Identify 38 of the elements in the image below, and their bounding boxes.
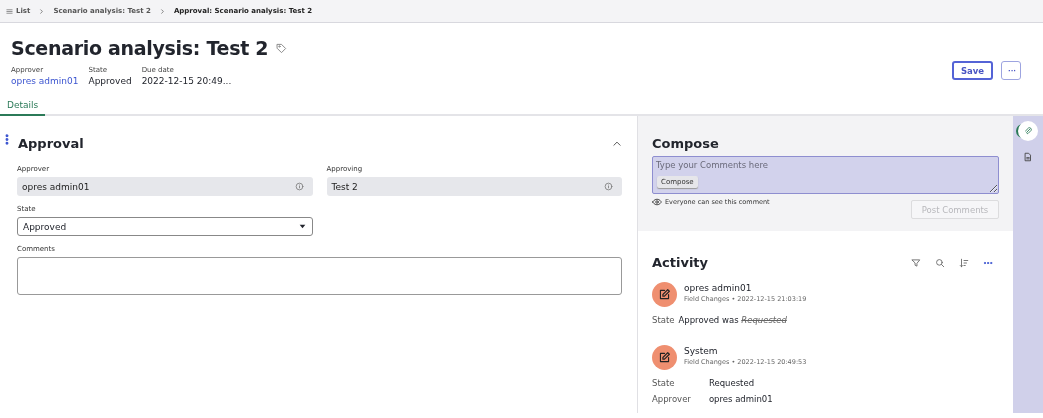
readonly-field: Test 2: [326, 177, 622, 196]
change-value: opres admin01: [708, 394, 774, 404]
list-icon: [6, 7, 13, 15]
change-value: Requested: [708, 378, 756, 388]
field-value: Approved: [88, 76, 132, 86]
author-name: System: [684, 346, 719, 356]
info-icon: [604, 182, 613, 191]
section-title: Approval: [18, 136, 85, 151]
save-button[interactable]: Save: [952, 61, 993, 80]
paperclip-icon: [1023, 126, 1033, 136]
search-icon[interactable]: [935, 257, 945, 268]
change-field: State: [652, 315, 675, 325]
change-field: Approver: [652, 394, 691, 404]
drag-handle-icon[interactable]: [5, 134, 9, 145]
edit-avatar-icon: [652, 345, 677, 370]
filter-icon[interactable]: [911, 257, 921, 268]
edit-avatar-icon: [652, 282, 677, 307]
field-value: 2022-12-15 20:49...: [141, 76, 232, 86]
page-title: Scenario analysis: Test 2: [11, 37, 269, 59]
readonly-field: opres admin01: [17, 177, 313, 196]
author-name: opres admin01: [684, 283, 753, 293]
state-dropdown[interactable]: Approved: [17, 217, 313, 236]
tag-icon[interactable]: [276, 42, 288, 54]
document-icon: [1023, 152, 1033, 162]
approver-link[interactable]: opres admin01: [11, 76, 79, 86]
caret-icon: [297, 222, 307, 231]
sort-icon[interactable]: [959, 257, 969, 268]
chevron-icon: [38, 7, 46, 15]
paperclip-button[interactable]: [1018, 121, 1038, 141]
info-icon: [294, 182, 304, 191]
comments-field[interactable]: [17, 257, 622, 295]
change-field: State: [652, 378, 691, 388]
compose-title: Compose: [652, 136, 720, 151]
chevron-icon: [158, 7, 166, 15]
activity-title: Activity: [652, 255, 709, 270]
change-value: Approved was Requested: [678, 315, 788, 325]
eye-icon: [652, 197, 662, 207]
tab[interactable]: Details: [0, 97, 46, 116]
